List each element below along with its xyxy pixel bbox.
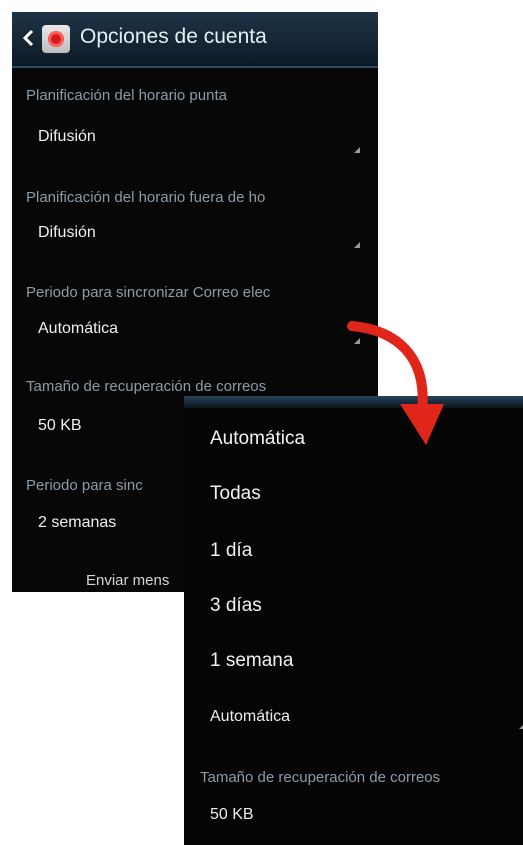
setting-label-peak-schedule: Planificación del horario punta — [26, 87, 227, 104]
setting-value-retrieval-size[interactable]: 50 KB — [38, 417, 82, 435]
option-3-days[interactable]: 3 días — [210, 595, 262, 617]
setting-label-retrieval-size: Tamaño de recuperación de correos — [200, 769, 441, 786]
option-all[interactable]: Todas — [210, 483, 261, 505]
dropdown-corner-icon — [354, 147, 360, 153]
setting-value-offpeak-schedule[interactable]: Difusión — [38, 224, 96, 242]
option-automatic[interactable]: Automática — [210, 428, 305, 450]
dropdown-corner-icon — [519, 724, 523, 729]
page-title: Opciones de cuenta — [80, 25, 267, 48]
back-chevron-icon[interactable] — [22, 29, 34, 47]
setting-label-sync-period: Periodo para sincronizar Correo elec — [26, 284, 271, 301]
setting-label-calendar-sync: Periodo para sinc — [26, 477, 143, 494]
setting-value-calendar-sync[interactable]: 2 semanas — [38, 514, 116, 532]
setting-label-retrieval-size: Tamaño de recuperación de correos — [26, 378, 267, 395]
option-1-day[interactable]: 1 día — [210, 540, 252, 562]
option-1-week[interactable]: 1 semana — [210, 650, 293, 672]
setting-value-peak-schedule[interactable]: Difusión — [38, 128, 96, 146]
sync-period-dropdown: Automática Todas 1 día 3 días 1 semana A… — [184, 396, 523, 845]
setting-value-retrieval-size[interactable]: 50 KB — [210, 806, 254, 824]
send-message-button[interactable]: Enviar mens — [86, 572, 169, 589]
dropdown-corner-icon — [354, 242, 360, 248]
setting-label-offpeak-schedule: Planificación del horario fuera de ho — [26, 189, 266, 206]
curved-arrow-icon — [347, 321, 444, 445]
email-app-icon — [42, 25, 70, 53]
action-bar: Opciones de cuenta — [12, 12, 378, 68]
sync-period-current-value: Automática — [210, 708, 291, 725]
setting-value-sync-period[interactable]: Automática — [38, 320, 118, 338]
